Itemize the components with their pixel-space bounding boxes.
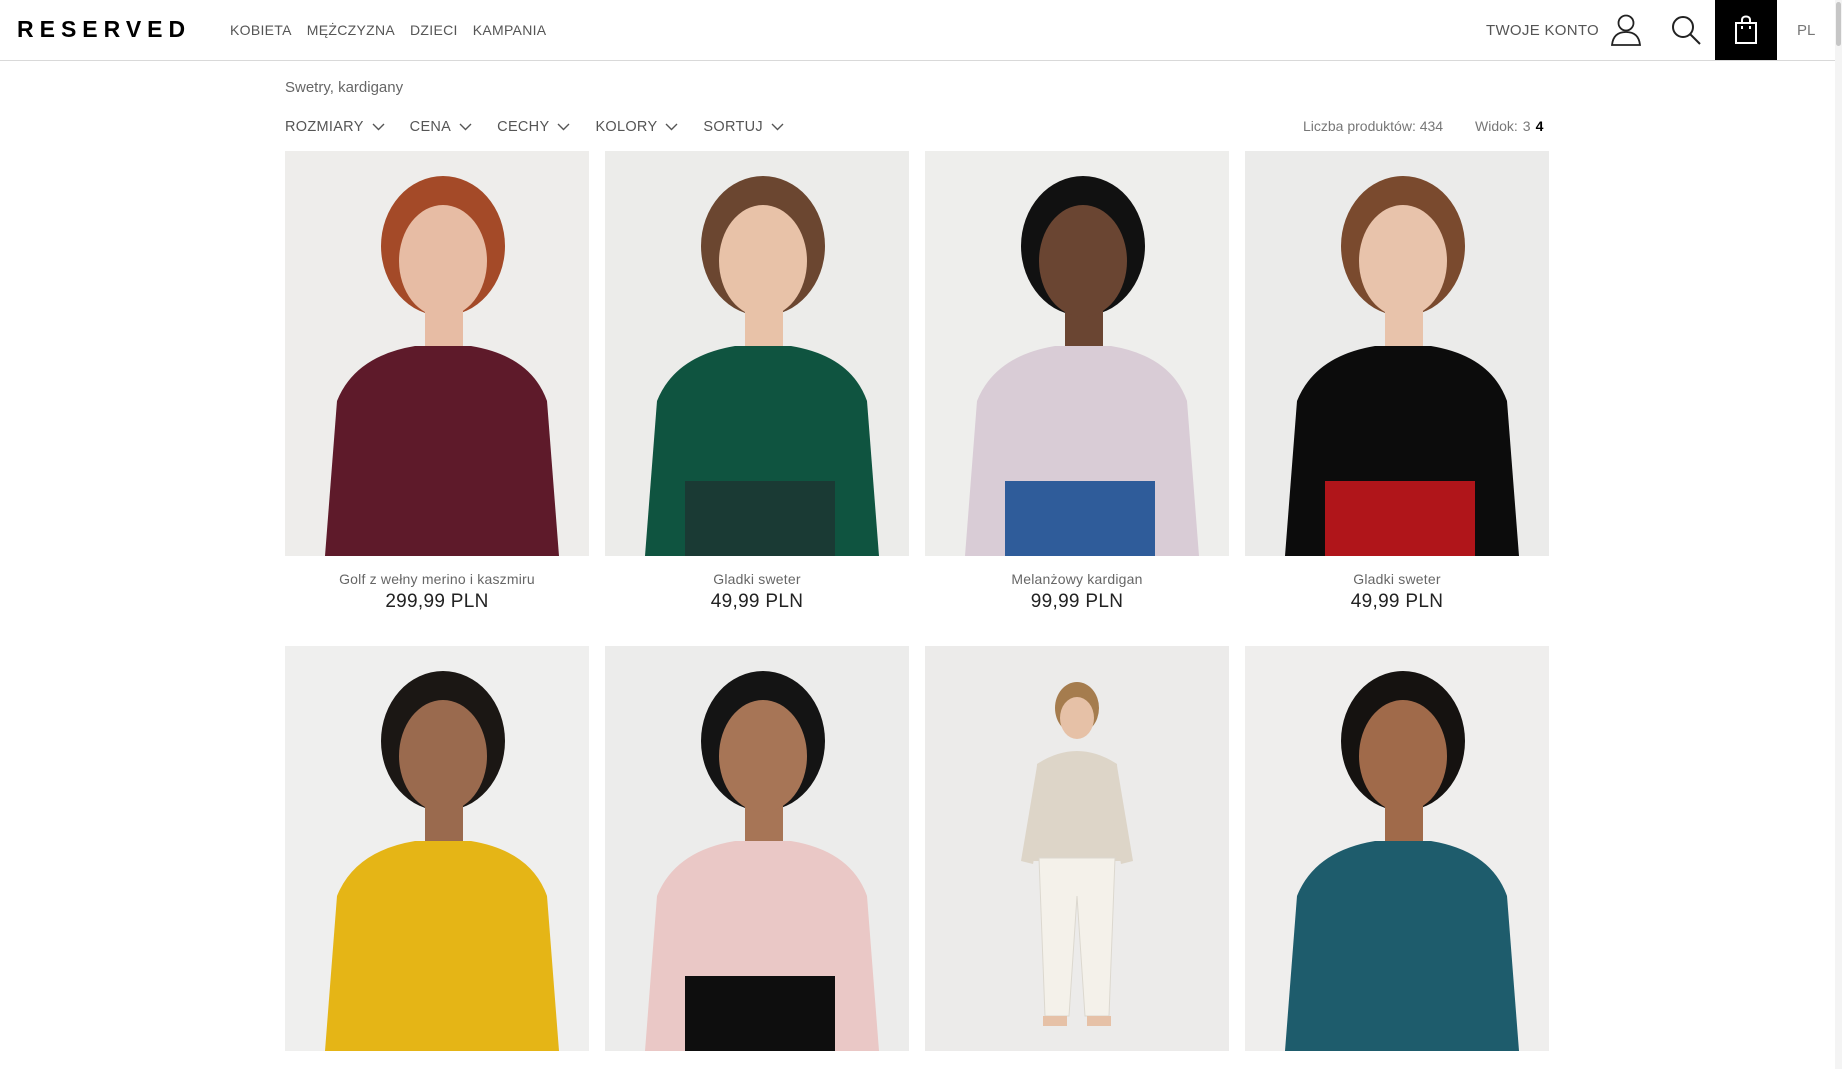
filter-features[interactable]: CECHY [497, 119, 570, 135]
filter-label: CENA [409, 119, 452, 135]
view-option-3[interactable]: 3 [1523, 118, 1531, 134]
product-card[interactable]: Gladki sweter 49,99 PLN [605, 151, 909, 612]
chevron-down-icon [557, 123, 570, 131]
filter-price[interactable]: CENA [410, 119, 473, 135]
brand-logo[interactable]: RESERVED [17, 16, 191, 43]
filter-sort[interactable]: SORTUJ [703, 119, 784, 135]
model-illustration [965, 176, 1199, 556]
model-illustration [1285, 176, 1519, 556]
product-image[interactable] [605, 646, 909, 1051]
product-count: Liczba produktów: 434 [1303, 118, 1444, 134]
language-selector[interactable]: PL [1797, 22, 1815, 39]
product-image[interactable] [925, 151, 1229, 556]
product-price: 49,99 PLN [1350, 591, 1444, 612]
cart-button[interactable] [1715, 0, 1777, 60]
product-card[interactable]: Gladki sweter 49,99 PLN [1245, 151, 1549, 612]
product-price: 99,99 PLN [1030, 591, 1124, 612]
filter-label: CECHY [497, 119, 550, 135]
product-card[interactable] [605, 646, 909, 1051]
search-icon[interactable] [1668, 12, 1704, 48]
model-illustration [325, 176, 559, 556]
view-label: Widok: [1475, 118, 1518, 134]
product-image[interactable] [605, 151, 909, 556]
filter-label: ROZMIARY [285, 119, 364, 135]
model-illustration [645, 671, 879, 1051]
nav-item-dzieci[interactable]: DZIECI [410, 22, 458, 38]
account-link[interactable]: TWOJE KONTO [1486, 22, 1599, 39]
product-image[interactable] [925, 646, 1229, 1051]
product-name[interactable]: Melanżowy kardigan [925, 571, 1229, 587]
model-illustration [645, 176, 879, 556]
product-name[interactable]: Gladki sweter [605, 571, 909, 587]
site-header: RESERVED KOBIETA MĘŻCZYZNA DZIECI KAMPAN… [0, 0, 1842, 61]
filter-colors[interactable]: KOLORY [595, 119, 678, 135]
model-illustration [1021, 682, 1133, 1026]
product-card[interactable]: Melanżowy kardigan 99,99 PLN [925, 151, 1229, 612]
main-nav: KOBIETA MĘŻCZYZNA DZIECI KAMPANIA [230, 22, 546, 38]
product-name[interactable]: Golf z wełny merino i kaszmiru [285, 571, 589, 587]
chevron-down-icon [771, 123, 784, 131]
nav-item-mezczyzna[interactable]: MĘŻCZYZNA [307, 22, 395, 38]
user-icon[interactable] [1608, 12, 1644, 48]
view-switcher: Widok: 3 4 [1475, 118, 1543, 134]
page-scrollbar[interactable] [1835, 0, 1842, 1069]
nav-item-kampania[interactable]: KAMPANIA [473, 22, 547, 38]
product-image[interactable] [285, 151, 589, 556]
product-card[interactable] [1245, 646, 1549, 1051]
shopping-bag-icon [1735, 15, 1757, 44]
product-price: 49,99 PLN [710, 591, 804, 612]
product-price: 299,99 PLN [385, 591, 489, 612]
scrollbar-thumb[interactable] [1836, 2, 1841, 46]
filter-sizes[interactable]: ROZMIARY [285, 119, 385, 135]
category-title: Swetry, kardigany [285, 79, 404, 96]
product-image[interactable] [285, 646, 589, 1051]
product-name[interactable]: Gladki sweter [1245, 571, 1549, 587]
view-option-4[interactable]: 4 [1536, 118, 1544, 134]
product-card[interactable] [285, 646, 589, 1051]
model-illustration [1285, 671, 1519, 1051]
filter-label: SORTUJ [703, 119, 763, 135]
product-image[interactable] [1245, 646, 1549, 1051]
nav-item-kobieta[interactable]: KOBIETA [230, 22, 292, 38]
chevron-down-icon [459, 123, 472, 131]
chevron-down-icon [665, 123, 678, 131]
product-image[interactable] [1245, 151, 1549, 556]
filter-bar: ROZMIARY CENA CECHY KOLORY SORTUJ [285, 119, 784, 135]
filter-label: KOLORY [595, 119, 658, 135]
model-illustration [325, 671, 559, 1051]
product-card[interactable] [925, 646, 1229, 1051]
chevron-down-icon [372, 123, 385, 131]
product-card[interactable]: Golf z wełny merino i kaszmiru 299,99 PL… [285, 151, 589, 612]
